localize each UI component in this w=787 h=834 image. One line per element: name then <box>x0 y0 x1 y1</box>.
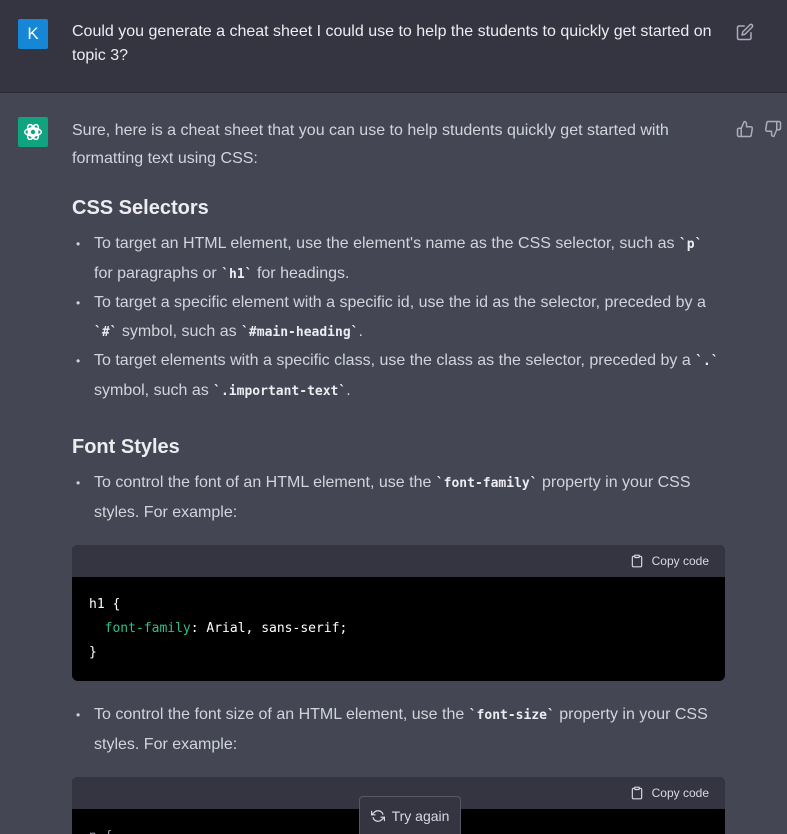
inline-code: `.` <box>695 354 719 369</box>
inline-code: `.important-text` <box>213 383 347 399</box>
try-again-label: Try again <box>391 807 450 824</box>
list-item: To target an HTML element, use the eleme… <box>72 230 725 289</box>
user-message-text: Could you generate a cheat sheet I could… <box>72 23 712 64</box>
assistant-message-content: Sure, here is a cheat sheet that you can… <box>72 117 725 834</box>
code-block: Copy code h1 { font-family: Arial, sans-… <box>72 545 725 681</box>
clipboard-icon <box>631 554 642 568</box>
thumbs-down-icon[interactable] <box>764 120 782 138</box>
code-block-header: Copy code <box>72 545 725 577</box>
user-message-row: K Could you generate a cheat sheet I cou… <box>0 0 787 93</box>
inline-code: `font-family` <box>435 476 538 491</box>
selectors-list: To target an HTML element, use the eleme… <box>72 230 725 406</box>
font-list: To control the font of an HTML element, … <box>72 469 725 834</box>
list-item: To target elements with a specific class… <box>72 347 725 406</box>
assistant-message-row: Sure, here is a cheat sheet that you can… <box>0 93 787 834</box>
copy-code-button[interactable]: Copy code <box>630 779 709 808</box>
inline-code: `#main-heading` <box>241 324 359 340</box>
thumbs-up-icon[interactable] <box>736 120 754 138</box>
clipboard-icon <box>631 786 642 800</box>
inline-code: `font-size` <box>468 708 555 723</box>
list-item: To control the font of an HTML element, … <box>72 469 725 681</box>
inline-code: `p` <box>678 237 703 252</box>
code-body: h1 { font-family: Arial, sans-serif; } <box>89 597 348 660</box>
inline-code: `#` <box>94 324 118 340</box>
user-avatar: K <box>18 19 48 49</box>
refresh-icon <box>370 809 385 822</box>
intro-paragraph: Sure, here is a cheat sheet that you can… <box>72 122 669 167</box>
copy-code-button[interactable]: Copy code <box>630 547 709 576</box>
openai-logo-icon <box>18 117 48 147</box>
copy-code-label: Copy code <box>651 553 709 568</box>
copy-code-label: Copy code <box>651 785 709 800</box>
inline-code: `h1` <box>221 266 253 282</box>
try-again-button[interactable]: Try again <box>359 796 461 834</box>
heading-font-styles: Font Styles <box>72 436 180 458</box>
heading-css-selectors: CSS Selectors <box>72 197 209 219</box>
list-item: To target a specific element with a spec… <box>72 289 725 347</box>
edit-icon[interactable] <box>736 23 754 41</box>
